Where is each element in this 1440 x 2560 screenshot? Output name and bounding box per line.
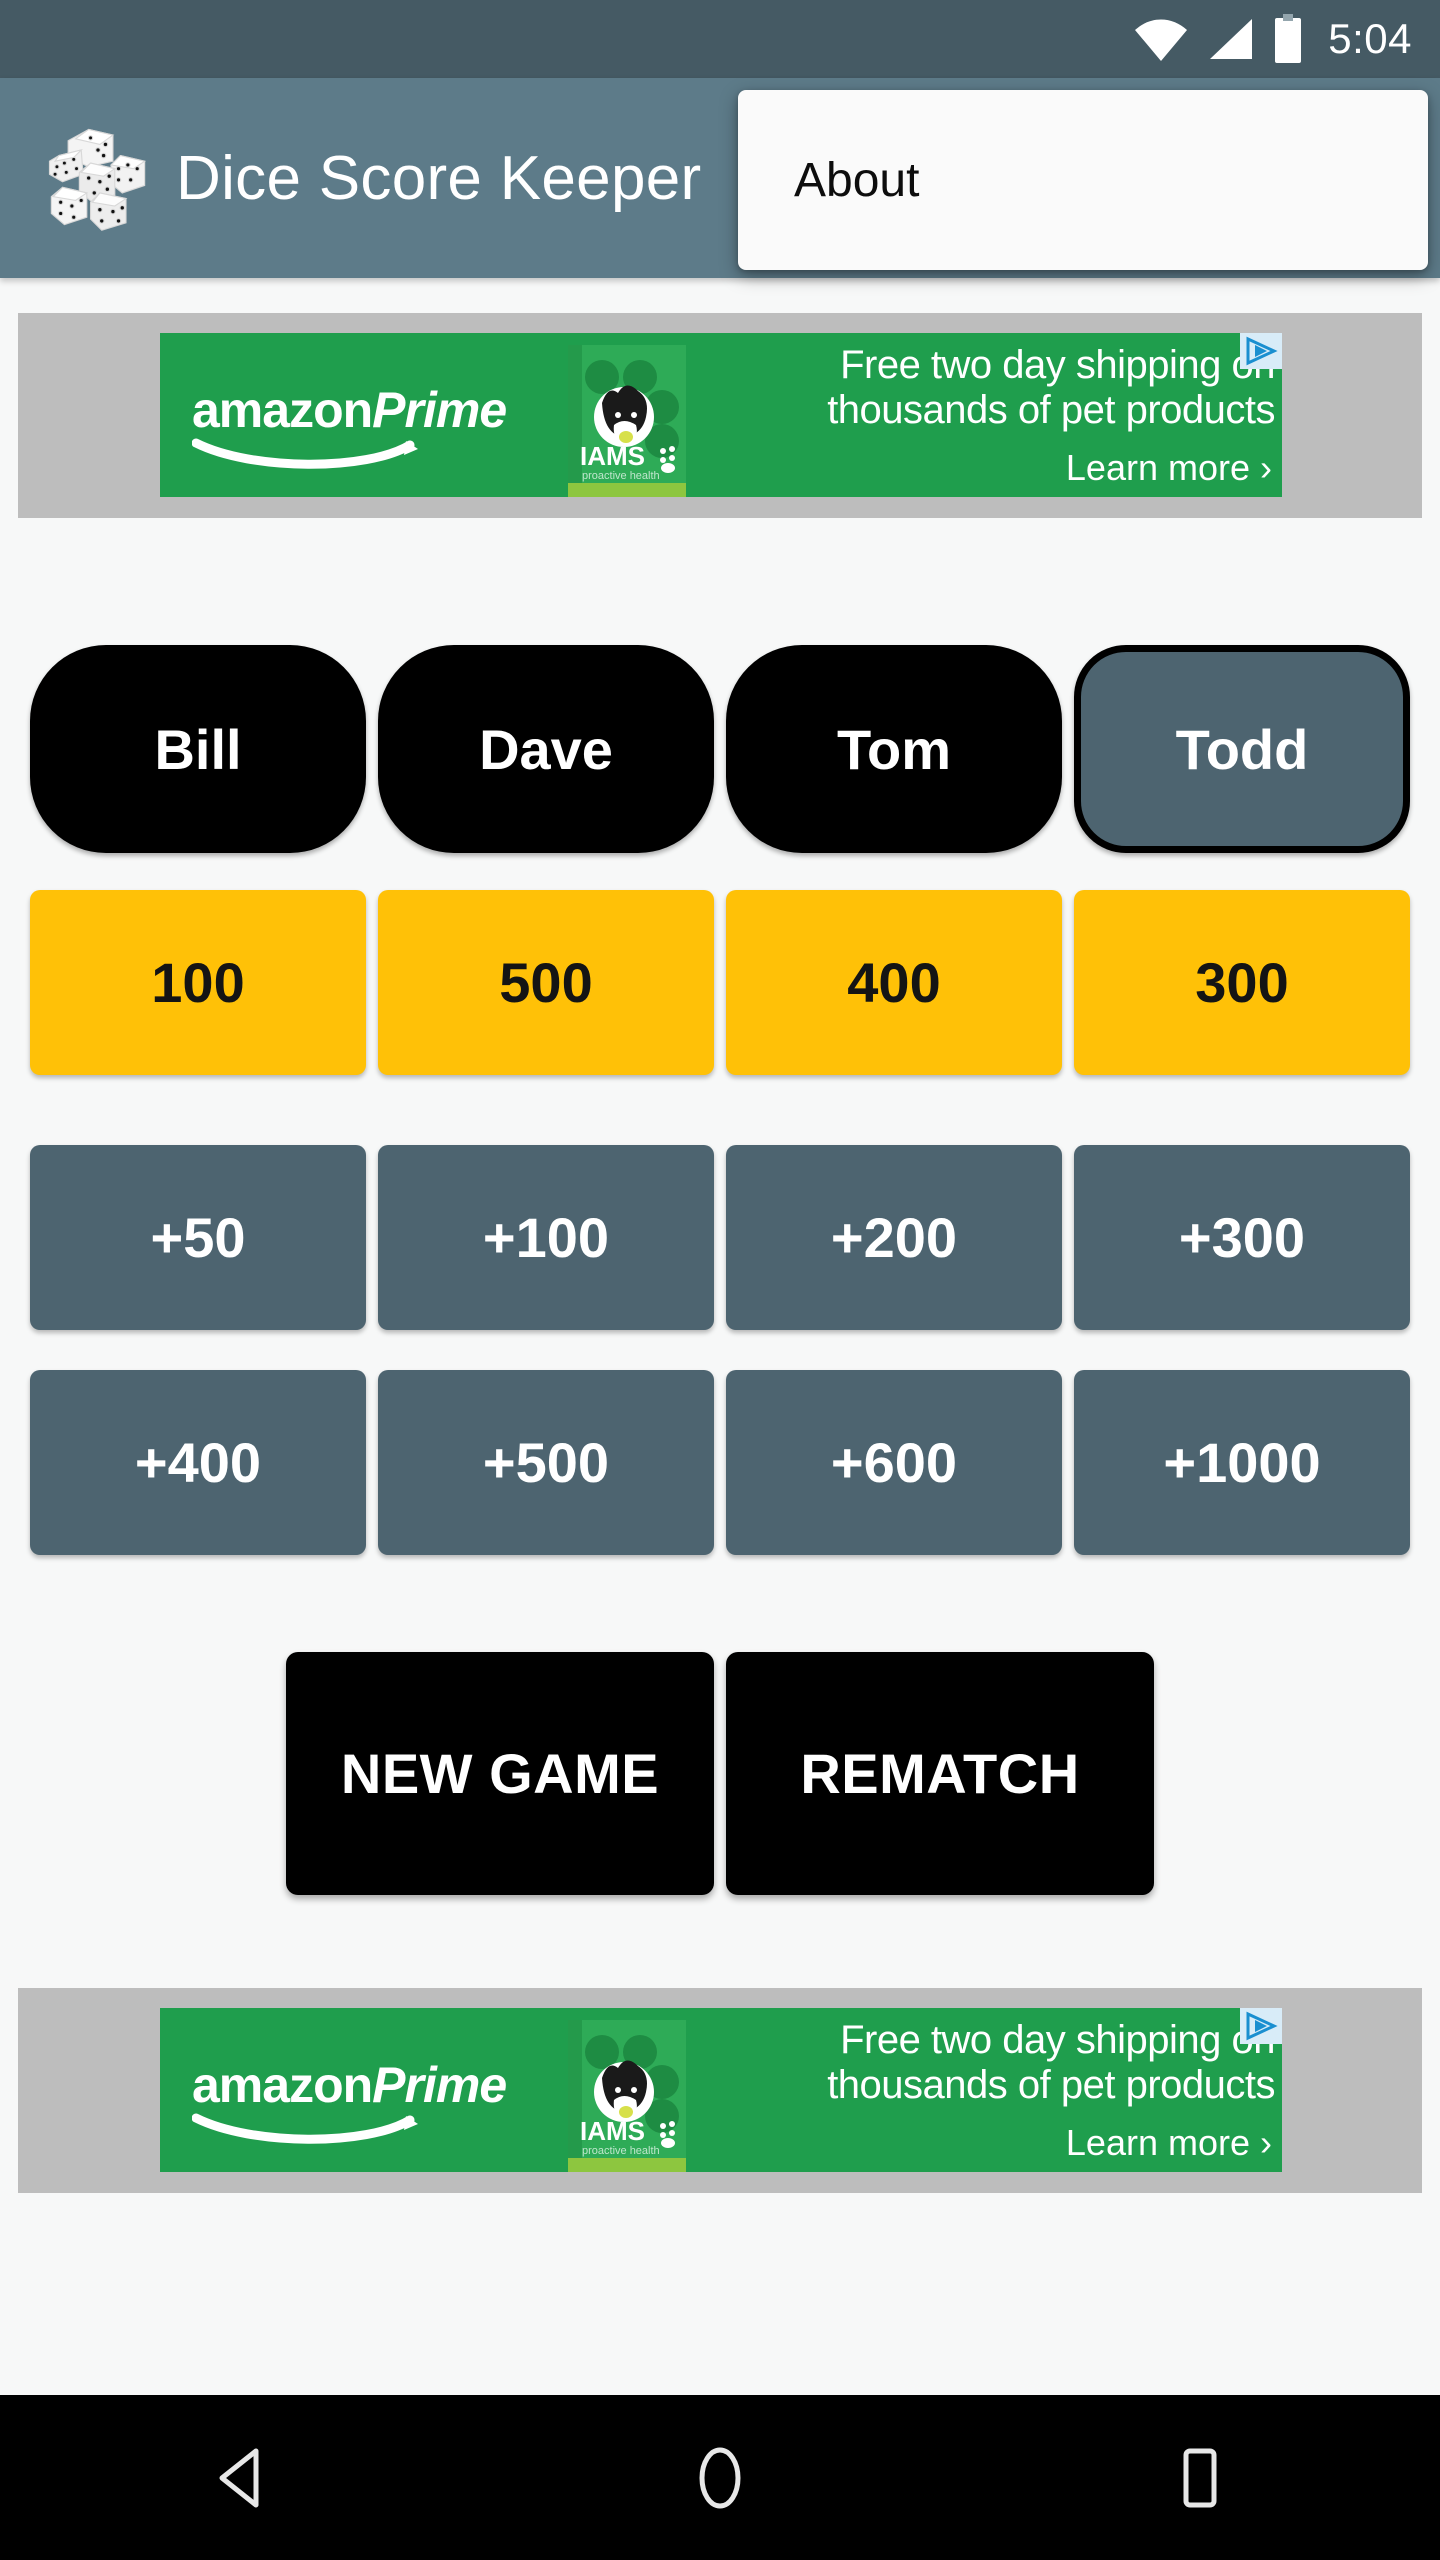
increment-button-1000[interactable]: +1000 <box>1074 1370 1410 1555</box>
amazon-smile-icon <box>192 438 418 469</box>
system-navigation-bar <box>0 2395 1440 2560</box>
increment-row-1: +50 +100 +200 +300 <box>30 1145 1410 1330</box>
ad-headline: Free two day shipping on thousands of pe… <box>730 343 1275 433</box>
score-row: 100 500 400 300 <box>30 890 1410 1075</box>
ad-creative[interactable]: amazonPrime IAMS proactive health Free t… <box>160 333 1282 497</box>
status-bar: 5:04 <box>0 0 1440 78</box>
ad-headline-line-1: Free two day shipping on <box>840 2018 1275 2062</box>
score-value-tom[interactable]: 400 <box>726 890 1062 1075</box>
svg-text:IAMS: IAMS <box>580 2116 645 2146</box>
amazon-prime-logo: amazonPrime <box>192 385 522 471</box>
phone-screen: 5:04 Dice Score Keeper About amazonPrime… <box>0 0 1440 2560</box>
adchoices-icon[interactable] <box>1240 2008 1282 2044</box>
ad-creative[interactable]: amazonPrime IAMS proactive health Free t… <box>160 2008 1282 2172</box>
svg-text:IAMS: IAMS <box>580 441 645 471</box>
battery-icon <box>1275 14 1302 63</box>
menu-item-about[interactable]: About <box>794 153 919 208</box>
cell-signal-icon <box>1210 19 1253 59</box>
overflow-menu-popup[interactable]: About <box>738 90 1428 270</box>
amazon-smile-icon <box>192 2113 418 2144</box>
score-value-bill[interactable]: 100 <box>30 890 366 1075</box>
status-bar-clock: 5:04 <box>1328 15 1412 62</box>
amazon-wordmark: amazon <box>192 2057 373 2113</box>
increment-button-50[interactable]: +50 <box>30 1145 366 1330</box>
home-circle-icon <box>699 2447 741 2508</box>
increment-button-200[interactable]: +200 <box>726 1145 1062 1330</box>
svg-text:proactive health: proactive health <box>582 470 660 482</box>
score-value-dave[interactable]: 500 <box>378 890 714 1075</box>
score-value-todd[interactable]: 300 <box>1074 890 1410 1075</box>
dice-cluster-icon <box>48 128 147 231</box>
ad-banner-bottom[interactable]: amazonPrime IAMS proactive health Free t… <box>18 1988 1422 2193</box>
back-triangle-icon <box>219 2448 259 2507</box>
increment-button-400[interactable]: +400 <box>30 1370 366 1555</box>
page-title: Dice Score Keeper <box>176 143 702 213</box>
nav-home-button[interactable] <box>640 2395 800 2560</box>
ad-headline-line-2: thousands of pet products <box>827 387 1275 432</box>
player-button-tom[interactable]: Tom <box>726 645 1062 853</box>
increment-button-300[interactable]: +300 <box>1074 1145 1410 1330</box>
iams-product-image: IAMS proactive health <box>568 345 686 497</box>
rematch-button[interactable]: REMATCH <box>726 1652 1154 1895</box>
prime-wordmark: Prime <box>372 2057 507 2113</box>
player-button-todd[interactable]: Todd <box>1074 645 1410 853</box>
adchoices-icon[interactable] <box>1240 333 1282 369</box>
increment-button-100[interactable]: +100 <box>378 1145 714 1330</box>
svg-text:proactive health: proactive health <box>582 2145 660 2157</box>
player-button-bill[interactable]: Bill <box>30 645 366 853</box>
ad-headline-line-2: thousands of pet products <box>827 2062 1275 2107</box>
increment-button-600[interactable]: +600 <box>726 1370 1062 1555</box>
ad-cta-link[interactable]: Learn more › <box>1066 2122 1272 2164</box>
ad-cta-link[interactable]: Learn more › <box>1066 447 1272 489</box>
new-game-button[interactable]: NEW GAME <box>286 1652 714 1895</box>
recents-square-icon <box>1183 2448 1217 2507</box>
nav-back-button[interactable] <box>160 2395 320 2560</box>
player-button-dave[interactable]: Dave <box>378 645 714 853</box>
wifi-icon <box>1135 19 1188 61</box>
action-button-row: NEW GAME REMATCH <box>0 1652 1440 1895</box>
increment-row-2: +400 +500 +600 +1000 <box>30 1370 1410 1555</box>
amazon-prime-logo: amazonPrime <box>192 2060 522 2146</box>
amazon-wordmark: amazon <box>192 382 373 438</box>
increment-button-500[interactable]: +500 <box>378 1370 714 1555</box>
ad-headline-line-1: Free two day shipping on <box>840 343 1275 387</box>
ad-banner-top[interactable]: amazonPrime IAMS proactive health Free t… <box>18 313 1422 518</box>
nav-recents-button[interactable] <box>1120 2395 1280 2560</box>
iams-product-image: IAMS proactive health <box>568 2020 686 2172</box>
player-button-row: Bill Dave Tom Todd <box>30 645 1410 853</box>
ad-headline: Free two day shipping on thousands of pe… <box>730 2018 1275 2108</box>
prime-wordmark: Prime <box>372 382 507 438</box>
